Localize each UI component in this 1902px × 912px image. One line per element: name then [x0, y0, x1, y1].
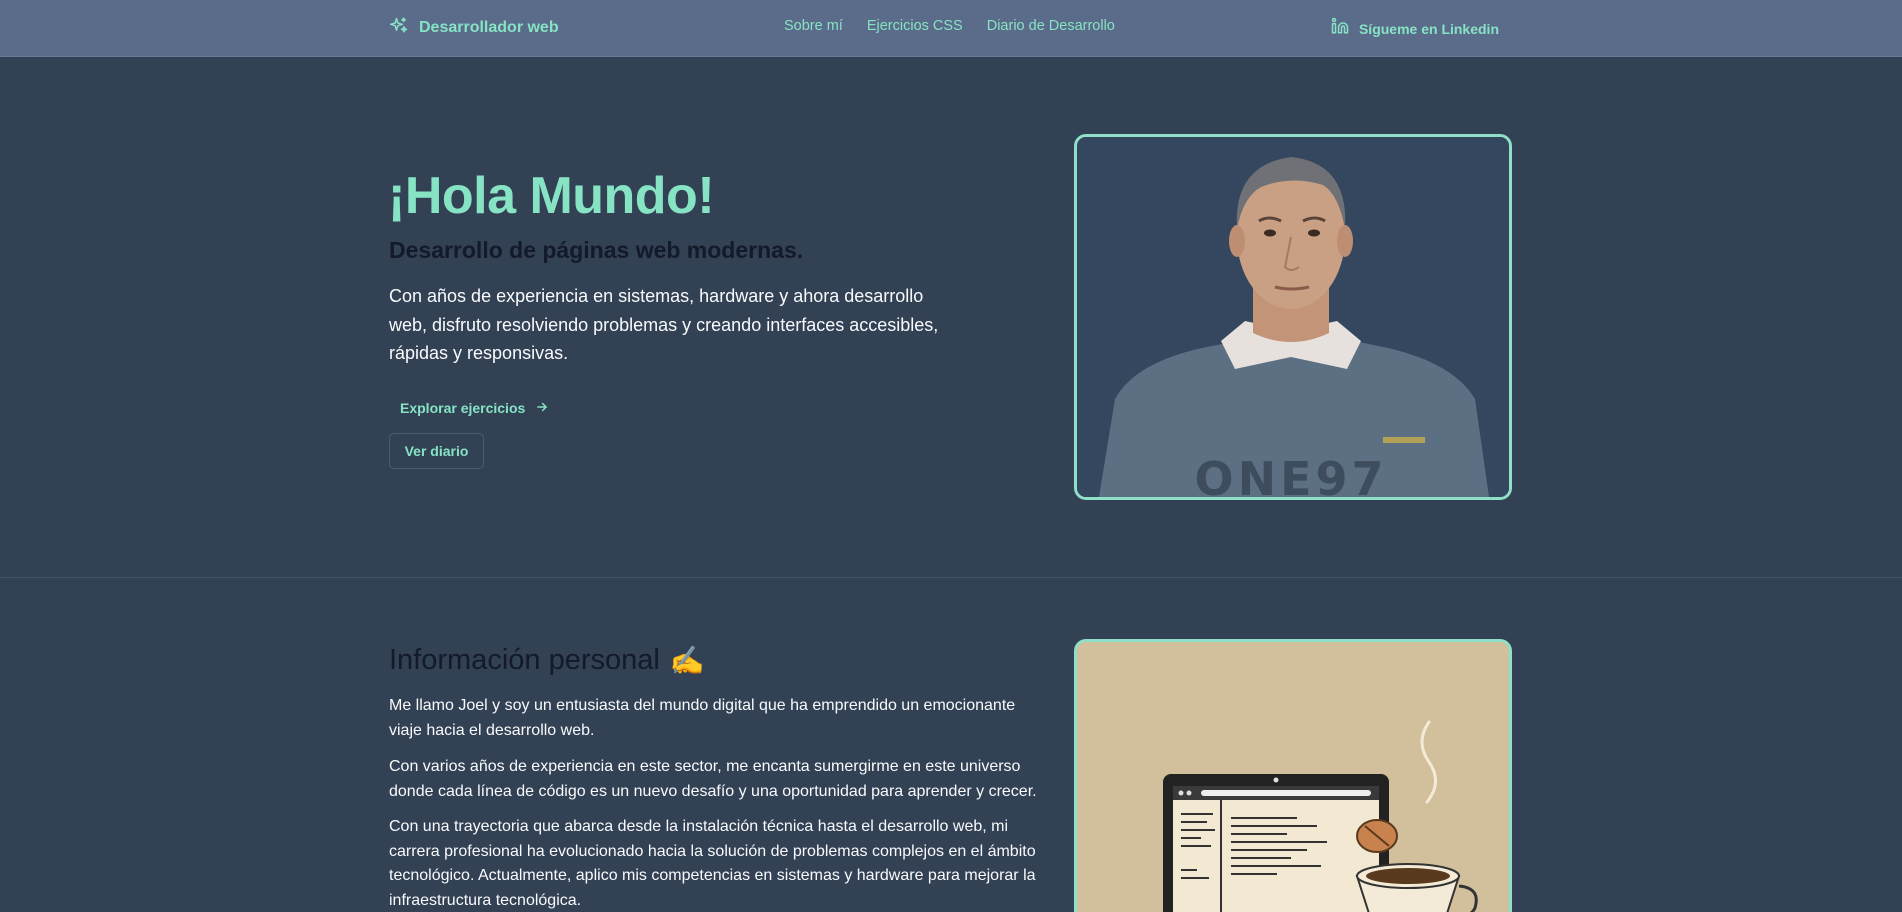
linkedin-link[interactable]: Sígueme en Linkedin — [1331, 17, 1499, 40]
personal-info-title: Información personal ✍️ — [389, 644, 705, 677]
nav-link-ejercicios-css[interactable]: Ejercicios CSS — [867, 18, 963, 34]
brand-name: Desarrollador web — [419, 19, 559, 36]
hero-subtitle: Desarrollo de páginas web modernas. — [389, 237, 804, 263]
info-paragraph: Con varios años de experiencia en este s… — [389, 758, 1037, 800]
arrow-right-icon — [535, 400, 549, 417]
view-diary-button[interactable]: Ver diario — [389, 433, 484, 469]
explore-label: Explorar ejercicios — [400, 400, 526, 416]
profile-photo: ONE97 — [1074, 134, 1512, 500]
main-nav: Sobre mí Ejercicios CSS Diario de Desarr… — [784, 18, 1115, 34]
linkedin-icon — [1331, 17, 1349, 40]
laptop-coffee-illustration — [1074, 639, 1512, 912]
brand-link[interactable]: Desarrollador web — [389, 15, 559, 41]
sweater-text: ONE97 — [1194, 452, 1387, 497]
linkedin-label: Sígueme en Linkedin — [1358, 20, 1499, 37]
personal-info-heading: Información personal — [389, 644, 660, 676]
info-paragraph: Con una trayectoria que abarca desde la … — [389, 818, 1036, 909]
info-paragraph: Me llamo Joel y soy un entusiasta del mu… — [389, 697, 1016, 739]
hero-description: Con años de experiencia en sistemas, har… — [389, 286, 939, 363]
site-header: Desarrollador web Sobre mí Ejercicios CS… — [0, 0, 1902, 57]
explore-exercises-button[interactable]: Explorar ejercicios — [389, 393, 560, 423]
nav-link-sobre-mi[interactable]: Sobre mí — [784, 18, 843, 34]
writing-hand-icon: ✍️ — [669, 645, 705, 676]
section-divider — [0, 577, 1902, 578]
hero-title: ¡Hola Mundo! — [388, 167, 715, 225]
nav-link-diario[interactable]: Diario de Desarrollo — [987, 18, 1115, 34]
sparkles-icon — [389, 16, 409, 41]
